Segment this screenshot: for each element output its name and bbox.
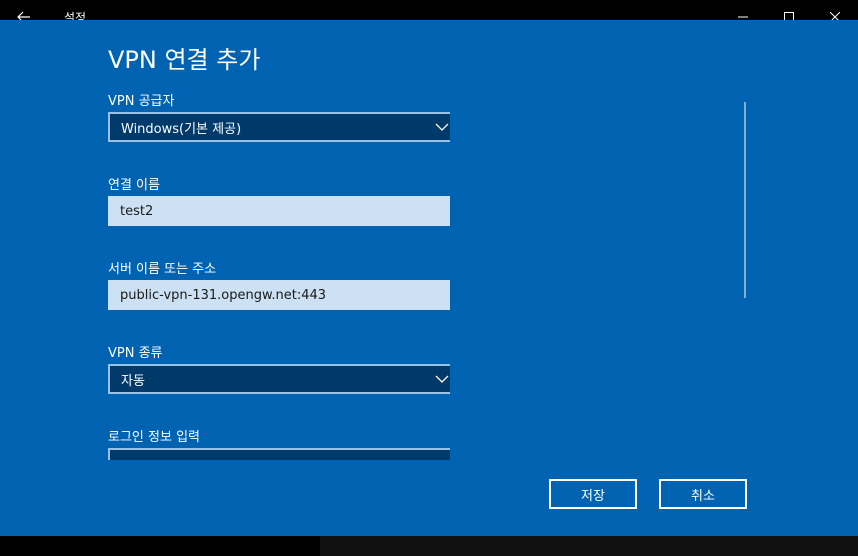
server-address-input[interactable]: public-vpn-131.opengw.net:443: [108, 280, 450, 310]
dialog-title: VPN 연결 추가: [108, 46, 261, 74]
chevron-down-icon: [435, 375, 449, 383]
settings-window: 설정 VPN 연결 추가 VPN 공급자 Windows(기본 제공) 연결 이…: [0, 0, 858, 556]
chevron-down-icon: [435, 123, 449, 131]
vpn-provider-value: Windows(기본 제공): [121, 121, 242, 137]
connection-name-input[interactable]: test2: [108, 196, 450, 226]
vpn-type-value: 자동: [121, 373, 145, 389]
scrollbar[interactable]: [744, 102, 746, 298]
background-window-edge: [320, 536, 858, 556]
vpn-provider-select[interactable]: Windows(기본 제공): [108, 112, 450, 142]
taskbar-strip: [0, 536, 858, 556]
cancel-button[interactable]: 취소: [659, 479, 747, 509]
form-scroll-area[interactable]: VPN 공급자 Windows(기본 제공) 연결 이름 test2 서버 이름…: [108, 90, 450, 460]
signin-info-select[interactable]: [108, 448, 450, 460]
connection-name-label: 연결 이름: [108, 178, 160, 193]
add-vpn-dialog: VPN 연결 추가 VPN 공급자 Windows(기본 제공) 연결 이름 t…: [0, 20, 858, 536]
server-address-label: 서버 이름 또는 주소: [108, 262, 217, 277]
vpn-type-label: VPN 종류: [108, 346, 163, 361]
vpn-provider-label: VPN 공급자: [108, 94, 175, 109]
save-button[interactable]: 저장: [549, 479, 637, 509]
signin-info-label: 로그인 정보 입력: [108, 430, 200, 445]
vpn-type-select[interactable]: 자동: [108, 364, 450, 394]
